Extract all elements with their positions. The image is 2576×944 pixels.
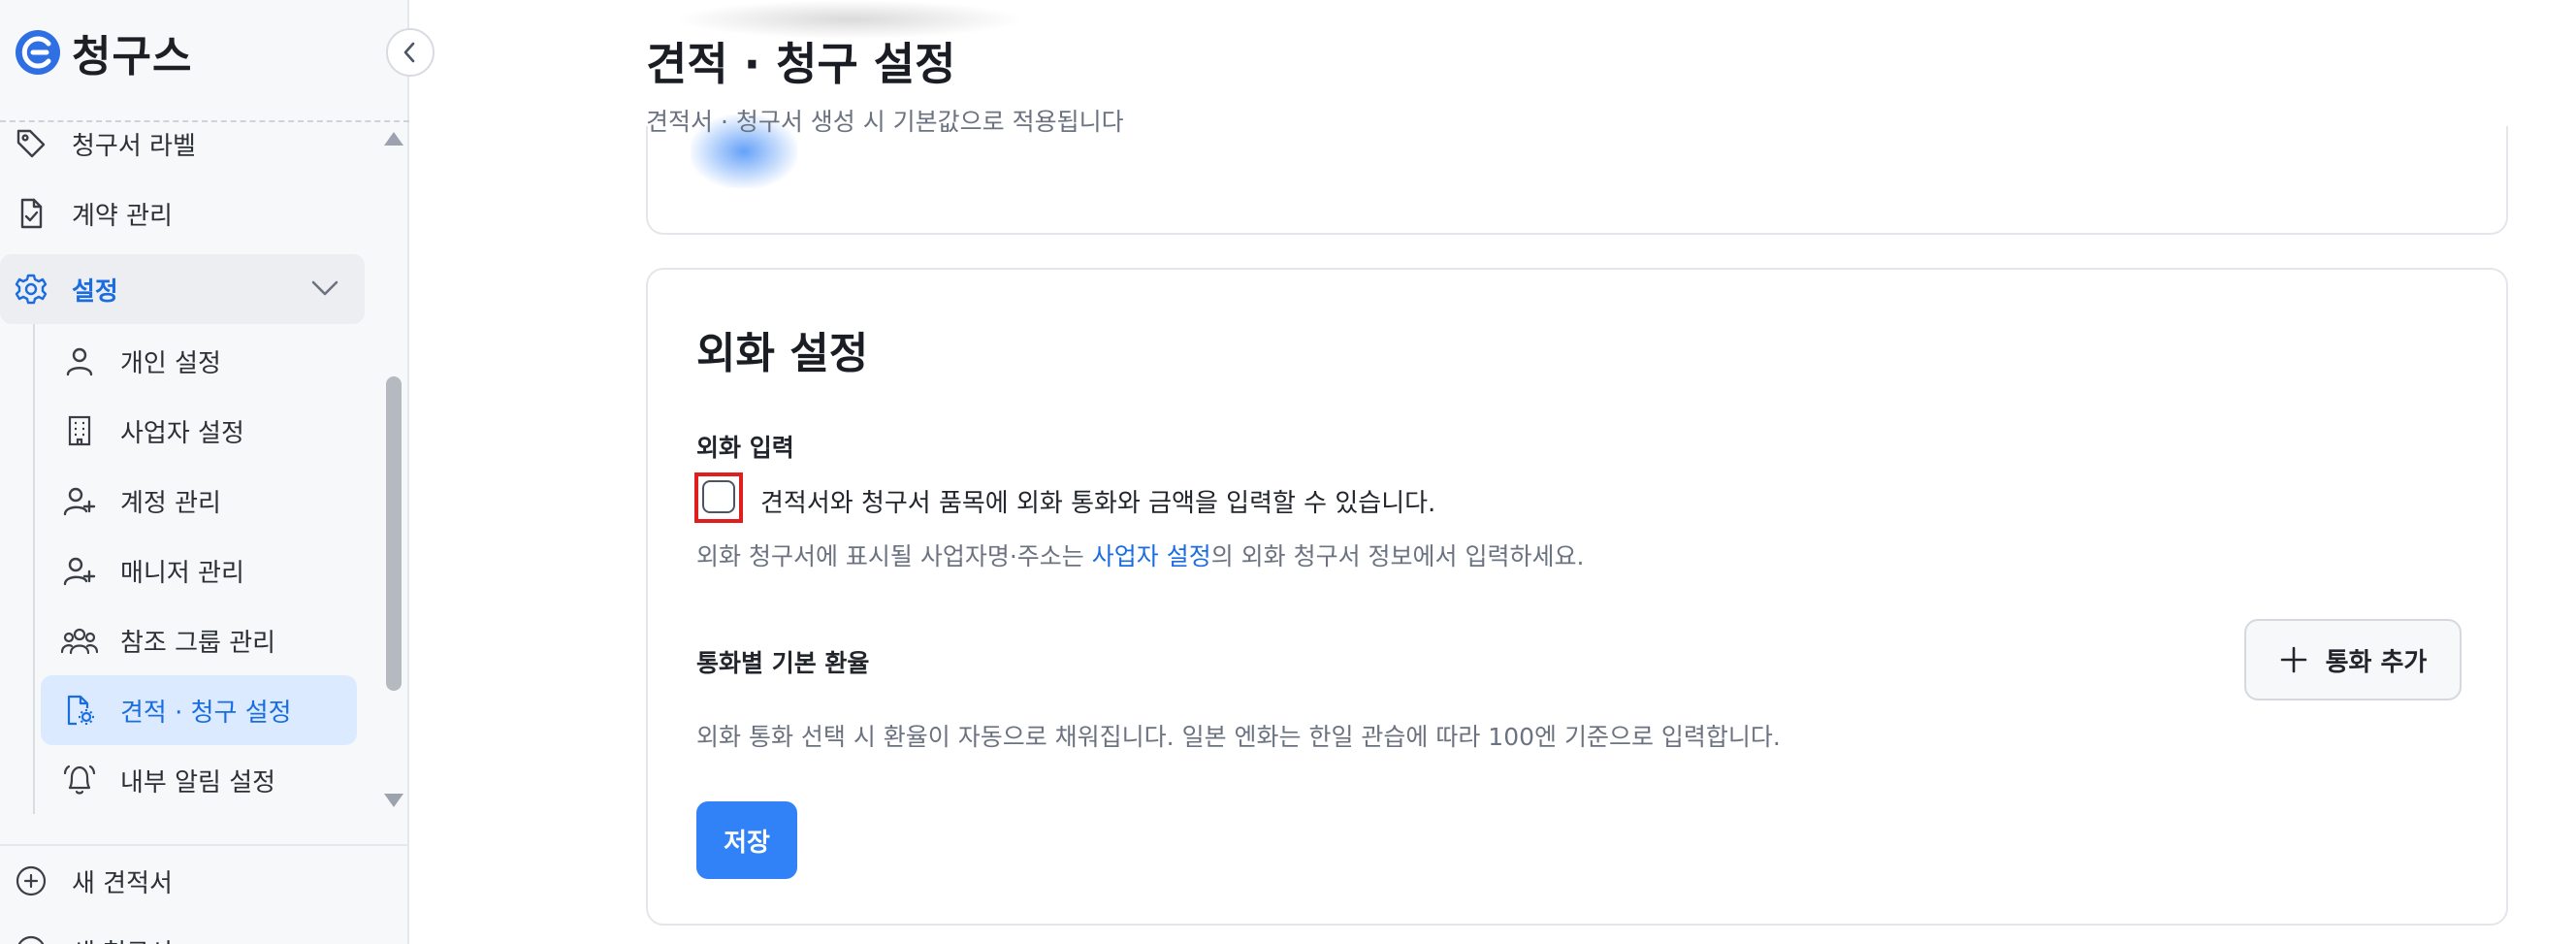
sidebar-item-label: 매니저 관리 — [120, 558, 244, 588]
chevron-left-icon — [403, 42, 415, 63]
sidebar-item-label: 개인 설정 — [120, 348, 221, 378]
sidebar-item-contracts[interactable]: 계약 관리 — [12, 179, 365, 248]
sidebar-item-label: 청구서 라벨 — [72, 131, 196, 161]
add-currency-button[interactable]: 통화 추가 — [2244, 619, 2462, 700]
gear-icon — [12, 270, 50, 309]
user-plus-icon — [60, 551, 99, 590]
sidebar-item-label: 사업자 설정 — [120, 418, 244, 448]
sidebar-item-internal-notifications[interactable]: 내부 알림 설정 — [41, 745, 357, 815]
sidebar-item-label: 견적 · 청구 설정 — [120, 698, 292, 728]
sidebar-item-label: 내부 알림 설정 — [120, 767, 276, 798]
rate-help-text: 외화 통화 선택 시 환율이 자동으로 채워집니다. 일본 엔화는 한일 관습에… — [696, 723, 1781, 751]
sidebar-item-label: 계정 관리 — [120, 488, 221, 518]
building-icon — [60, 411, 99, 450]
help-text-before: 외화 청구서에 표시될 사업자명·주소는 — [696, 542, 1092, 570]
section-title: 외화 설정 — [696, 329, 869, 378]
sidebar-item-label: 참조 그룹 관리 — [120, 628, 276, 658]
document-check-icon — [12, 194, 50, 233]
file-gear-icon — [60, 691, 99, 730]
fx-input-checkbox[interactable] — [702, 480, 735, 513]
fx-help-text: 외화 청구서에 표시될 사업자명·주소는 사업자 설정의 외화 청구서 정보에서… — [696, 537, 1584, 572]
main-content: 견적 · 청구 설정 견적서 · 청구서 생성 시 기본값으로 적용됩니다 외화… — [411, 0, 2576, 944]
sidebar-item-label: 새 청구서 — [72, 933, 173, 944]
sidebar: 청구스 청구서 라벨 계약 관리 설정 개인 설정 사업자 설정 계정 관리 매… — [0, 0, 409, 944]
tag-icon — [12, 124, 50, 163]
page-title: 견적 · 청구 설정 — [646, 38, 956, 90]
default-rate-label: 통화별 기본 환율 — [696, 649, 870, 677]
brand-name: 청구스 — [72, 32, 193, 81]
scroll-up-arrow-icon[interactable] — [384, 132, 403, 146]
sidebar-item-personal-settings[interactable]: 개인 설정 — [41, 326, 357, 396]
plus-circle-icon — [12, 862, 50, 900]
bell-icon — [60, 761, 99, 799]
sidebar-item-manager-management[interactable]: 매니저 관리 — [41, 536, 357, 605]
fx-input-checkbox-label[interactable]: 견적서와 청구서 품목에 외화 통화와 금액을 입력할 수 있습니다. — [760, 483, 1435, 519]
business-settings-link[interactable]: 사업자 설정 — [1092, 542, 1211, 570]
sidebar-item-reference-groups[interactable]: 참조 그룹 관리 — [41, 605, 357, 675]
sidebar-item-account-management[interactable]: 계정 관리 — [41, 466, 357, 536]
scroll-down-arrow-icon[interactable] — [384, 794, 403, 807]
sidebar-item-new-quote[interactable]: 새 견적서 — [12, 846, 365, 916]
fx-settings-card: 외화 설정 외화 입력 견적서와 청구서 품목에 외화 통화와 금액을 입력할 … — [646, 268, 2508, 926]
brand[interactable]: 청구스 — [14, 25, 192, 81]
users-group-icon — [60, 621, 99, 660]
help-text-after: 의 외화 청구서 정보에서 입력하세요. — [1210, 542, 1585, 570]
sidebar-collapse-button[interactable] — [386, 28, 435, 77]
page-subtitle: 견적서 · 청구서 생성 시 기본값으로 적용됩니다 — [646, 108, 1124, 136]
previous-section-card — [646, 126, 2508, 235]
brand-logo-icon — [16, 30, 60, 75]
save-button[interactable]: 저장 — [696, 801, 797, 879]
plus-icon — [2280, 646, 2306, 673]
fx-input-label: 외화 입력 — [696, 434, 794, 462]
tree-guide-line — [33, 324, 35, 814]
plus-circle-icon — [12, 931, 50, 944]
sidebar-item-label: 계약 관리 — [72, 201, 173, 231]
sidebar-item-business-settings[interactable]: 사업자 설정 — [41, 396, 357, 466]
user-icon — [60, 342, 99, 380]
sidebar-scrollbar-thumb[interactable] — [386, 376, 402, 691]
sidebar-item-new-invoice[interactable]: 새 청구서 — [12, 916, 365, 944]
sidebar-item-label: 새 견적서 — [72, 868, 173, 898]
sidebar-item-quote-invoice-settings[interactable]: 견적 · 청구 설정 — [41, 675, 357, 745]
sidebar-item-settings[interactable]: 설정 — [0, 254, 365, 324]
chevron-down-icon — [308, 272, 341, 311]
add-currency-label: 통화 추가 — [2325, 647, 2428, 677]
user-plus-icon — [60, 481, 99, 520]
sidebar-item-label: 설정 — [72, 277, 118, 307]
sidebar-item-invoice-labels[interactable]: 청구서 라벨 — [12, 109, 365, 179]
